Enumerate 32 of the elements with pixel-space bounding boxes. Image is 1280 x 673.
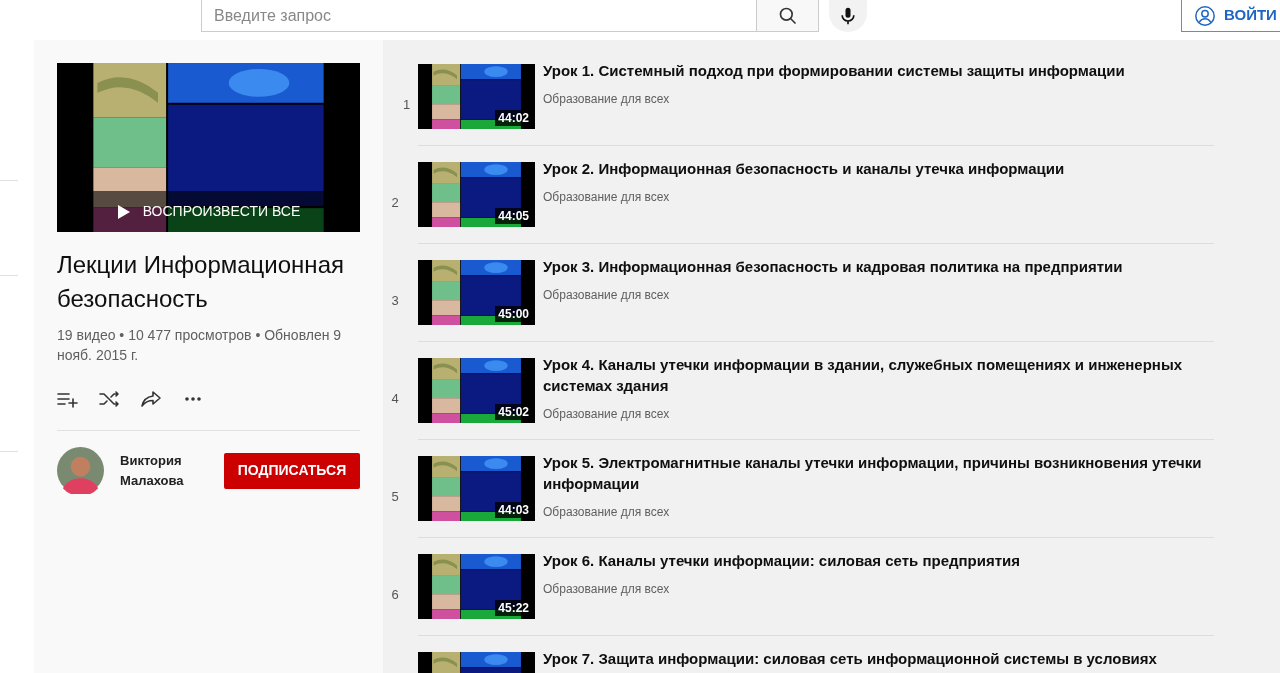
- video-duration: 45:00: [495, 306, 532, 322]
- video-channel[interactable]: Образование для всех: [543, 90, 1125, 108]
- video-index: 4: [390, 389, 400, 408]
- login-button[interactable]: ВОЙТИ: [1181, 0, 1280, 32]
- microphone-button[interactable]: [829, 0, 867, 32]
- video-channel[interactable]: Образование для всех: [543, 580, 1021, 598]
- video-index: 1: [401, 95, 412, 114]
- account-icon: [1194, 4, 1216, 27]
- video-channel[interactable]: Образование для всех: [543, 503, 1203, 521]
- video-index: 3: [390, 291, 400, 310]
- subscribe-button[interactable]: ПОДПИСАТЬСЯ: [224, 452, 360, 489]
- search-button[interactable]: [757, 0, 819, 32]
- video-channel[interactable]: Образование для всех: [543, 286, 1123, 304]
- video-index: 5: [390, 487, 400, 506]
- channel-owner-name[interactable]: Виктория Малахова: [120, 450, 200, 491]
- video-duration: 44:02: [495, 110, 532, 126]
- search-field[interactable]: Введите запрос: [201, 0, 757, 32]
- video-channel[interactable]: Образование для всех: [543, 188, 1065, 206]
- playlist-meta: 19 видео • 10 477 просмотров • Обновлен 9 нояб. 2015 г.: [57, 326, 343, 365]
- video-duration: 44:05: [495, 208, 532, 224]
- video-index: 2: [390, 193, 400, 212]
- search-icon: [777, 5, 798, 26]
- playlist-title: Лекции Информационная безопасность: [57, 250, 345, 314]
- play-icon: [116, 203, 131, 220]
- video-duration: 45:22: [495, 600, 532, 616]
- play-all-button[interactable]: ВОСПРОИЗВЕСТИ ВСЕ: [93, 191, 324, 232]
- microphone-icon: [838, 6, 858, 26]
- video-index: 6: [390, 585, 400, 604]
- video-duration: 45:02: [495, 404, 532, 420]
- video-duration: 44:03: [495, 502, 532, 518]
- video-channel[interactable]: Образование для всех: [543, 405, 1203, 423]
- avatar[interactable]: [57, 447, 104, 494]
